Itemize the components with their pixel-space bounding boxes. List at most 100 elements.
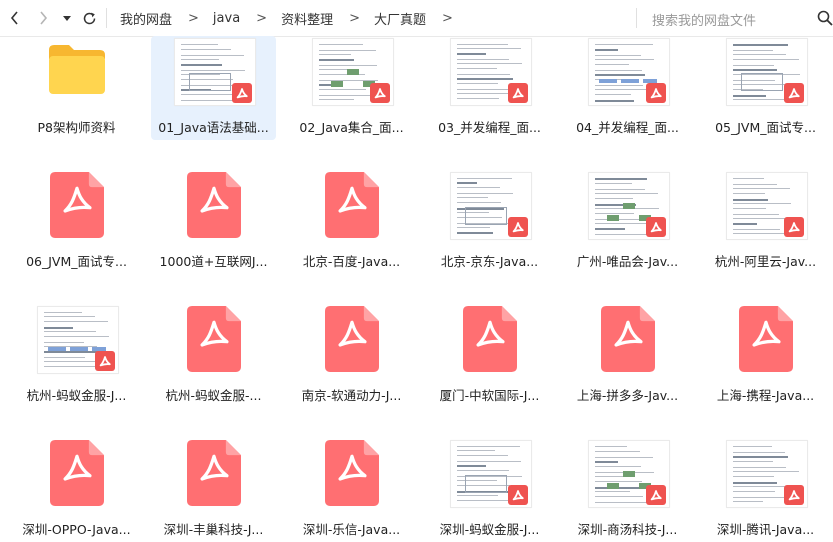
file-item[interactable]: 05_JVM_面试专... bbox=[703, 36, 828, 140]
file-thumbnail bbox=[14, 304, 139, 382]
file-item[interactable]: 上海-携程-Java... bbox=[703, 304, 828, 408]
pdf-badge-icon bbox=[370, 83, 390, 103]
search-button[interactable] bbox=[816, 9, 833, 27]
search-icon bbox=[817, 10, 833, 26]
file-thumbnail bbox=[427, 438, 552, 516]
pdf-badge-icon bbox=[646, 485, 666, 505]
file-item[interactable]: 杭州-蚂蚁金服-J... bbox=[14, 304, 139, 408]
file-name: 厦门-中软国际-J... bbox=[439, 388, 540, 403]
file-name: 深圳-OPPO-Java... bbox=[22, 522, 131, 537]
breadcrumb-separator: > bbox=[442, 10, 453, 26]
pdf-badge-icon bbox=[508, 485, 528, 505]
file-name: 上海-携程-Java... bbox=[716, 388, 815, 403]
pdf-badge-icon bbox=[646, 217, 666, 237]
search-divider bbox=[636, 8, 637, 28]
file-item[interactable]: 深圳-乐信-Java... bbox=[289, 438, 414, 542]
pdf-badge-icon bbox=[508, 83, 528, 103]
file-thumbnail bbox=[703, 438, 828, 516]
file-item[interactable]: 06_JVM_面试专... bbox=[14, 170, 139, 274]
file-name: 杭州-阿里云-Jav... bbox=[714, 254, 817, 269]
breadcrumb-separator: > bbox=[349, 10, 360, 26]
file-item[interactable]: 广州-唯品会-Jav... bbox=[565, 170, 690, 274]
pdf-icon bbox=[325, 306, 379, 372]
file-item[interactable]: 杭州-蚂蚁金服-... bbox=[151, 304, 276, 408]
file-name: 02_Java集合_面... bbox=[299, 120, 404, 135]
pdf-badge-icon bbox=[784, 485, 804, 505]
file-thumbnail bbox=[14, 170, 139, 248]
pdf-icon bbox=[325, 172, 379, 238]
pdf-badge-icon bbox=[784, 83, 804, 103]
back-button[interactable] bbox=[6, 8, 24, 28]
chevron-left-icon bbox=[10, 11, 18, 25]
file-thumbnail bbox=[565, 36, 690, 114]
pdf-icon bbox=[187, 172, 241, 238]
refresh-button[interactable] bbox=[80, 8, 98, 28]
file-item[interactable]: 上海-拼多多-Jav... bbox=[565, 304, 690, 408]
file-name: 深圳-丰巢科技-J... bbox=[163, 522, 264, 537]
file-item[interactable]: 深圳-OPPO-Java... bbox=[14, 438, 139, 542]
file-thumbnail bbox=[151, 304, 276, 382]
history-dropdown[interactable] bbox=[60, 8, 74, 28]
file-thumbnail bbox=[14, 438, 139, 516]
breadcrumb: 我的网盘 > java > 资料整理 > 大厂真题 > bbox=[120, 9, 467, 28]
breadcrumb-item[interactable]: 我的网盘 bbox=[120, 9, 172, 28]
pdf-icon bbox=[325, 440, 379, 506]
file-item[interactable]: 01_Java语法基础... bbox=[151, 36, 276, 140]
file-name: 04_并发编程_面... bbox=[576, 120, 679, 135]
pdf-badge-icon bbox=[646, 83, 666, 103]
toolbar: 我的网盘 > java > 资料整理 > 大厂真题 > 搜索我的网盘文件 bbox=[0, 0, 833, 37]
breadcrumb-separator: > bbox=[188, 10, 199, 26]
file-name: 北京-京东-Java... bbox=[440, 254, 539, 269]
file-item[interactable]: 03_并发编程_面... bbox=[427, 36, 552, 140]
file-name: P8架构师资料 bbox=[37, 120, 116, 135]
file-thumbnail bbox=[14, 36, 139, 114]
file-thumbnail bbox=[703, 170, 828, 248]
folder-item[interactable]: P8架构师资料 bbox=[14, 36, 139, 140]
file-name: 深圳-腾讯-Java... bbox=[716, 522, 815, 537]
file-name: 广州-唯品会-Jav... bbox=[576, 254, 679, 269]
file-item[interactable]: 北京-百度-Java... bbox=[289, 170, 414, 274]
file-item[interactable]: 1000道+互联网J... bbox=[151, 170, 276, 274]
toolbar-divider bbox=[106, 8, 107, 28]
pdf-icon bbox=[739, 306, 793, 372]
breadcrumb-item[interactable]: 资料整理 bbox=[281, 9, 333, 28]
file-thumbnail bbox=[427, 170, 552, 248]
file-thumbnail bbox=[703, 304, 828, 382]
file-thumbnail bbox=[151, 170, 276, 248]
file-item[interactable]: 深圳-丰巢科技-J... bbox=[151, 438, 276, 542]
refresh-icon bbox=[83, 12, 95, 24]
breadcrumb-item[interactable]: 大厂真题 bbox=[374, 9, 426, 28]
file-item[interactable]: 北京-京东-Java... bbox=[427, 170, 552, 274]
file-name: 深圳-乐信-Java... bbox=[302, 522, 401, 537]
file-item[interactable]: 深圳-商汤科技-J... bbox=[565, 438, 690, 542]
pdf-icon bbox=[187, 440, 241, 506]
file-thumbnail bbox=[703, 36, 828, 114]
caret-down-icon bbox=[63, 16, 71, 21]
file-thumbnail bbox=[289, 304, 414, 382]
file-thumbnail bbox=[151, 438, 276, 516]
pdf-badge-icon bbox=[95, 351, 115, 371]
file-name: 南京-软通动力-J... bbox=[301, 388, 402, 403]
file-item[interactable]: 深圳-蚂蚁金服-J... bbox=[427, 438, 552, 542]
forward-button[interactable] bbox=[34, 8, 52, 28]
file-name: 北京-百度-Java... bbox=[302, 254, 401, 269]
pdf-badge-icon bbox=[232, 83, 252, 103]
file-item[interactable]: 杭州-阿里云-Jav... bbox=[703, 170, 828, 274]
pdf-badge-icon bbox=[784, 217, 804, 237]
file-item[interactable]: 04_并发编程_面... bbox=[565, 36, 690, 140]
file-thumbnail bbox=[289, 438, 414, 516]
file-item[interactable]: 厦门-中软国际-J... bbox=[427, 304, 552, 408]
file-name: 深圳-商汤科技-J... bbox=[577, 522, 678, 537]
file-item[interactable]: 02_Java集合_面... bbox=[289, 36, 414, 140]
file-name: 杭州-蚂蚁金服-... bbox=[165, 388, 262, 403]
breadcrumb-separator: > bbox=[256, 10, 268, 26]
file-item[interactable]: 深圳-腾讯-Java... bbox=[703, 438, 828, 542]
file-thumbnail bbox=[427, 304, 552, 382]
pdf-icon bbox=[601, 306, 655, 372]
pdf-icon bbox=[463, 306, 517, 372]
file-thumbnail bbox=[427, 36, 552, 114]
file-item[interactable]: 南京-软通动力-J... bbox=[289, 304, 414, 408]
breadcrumb-item[interactable]: java bbox=[213, 11, 240, 26]
pdf-badge-icon bbox=[508, 217, 528, 237]
search-input[interactable]: 搜索我的网盘文件 bbox=[652, 10, 756, 29]
